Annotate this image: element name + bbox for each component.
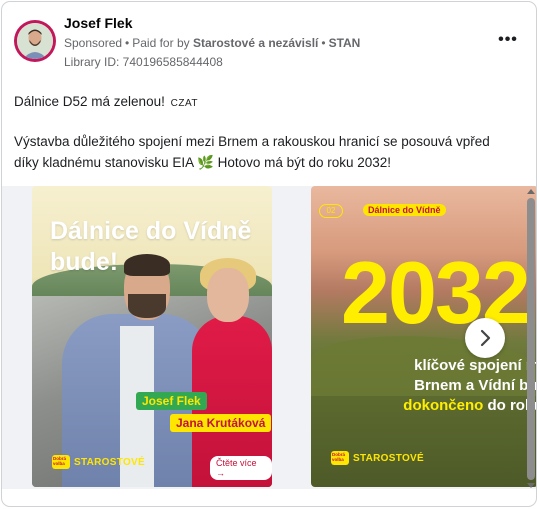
caption-line-3: dokončeno do roku 2	[355, 396, 536, 416]
man-beard	[128, 294, 166, 318]
sponsored-label: Sponsored	[64, 36, 123, 50]
read-more-button[interactable]: Čtěte více →	[210, 456, 272, 480]
scroll-up-icon[interactable]	[527, 188, 535, 194]
caption-line-1: klíčové spojení mez	[414, 357, 536, 374]
slide-tag: Dálnice do Vídně	[363, 204, 446, 216]
slide-title: Dálnice do Vídně bude!	[50, 217, 252, 276]
ad-card: Josef Flek Sponsored • Paid for by Starost…	[1, 1, 537, 507]
payer-short[interactable]: STAN	[329, 36, 361, 50]
library-id: Library ID: 740196585844408	[64, 55, 223, 69]
stan-wordmark: STAROSTOVÉ	[353, 452, 424, 464]
slide-number: 02	[319, 204, 343, 218]
scroll-thumb[interactable]	[527, 198, 535, 480]
caption-highlight: dokončeno	[403, 397, 484, 414]
sponsorship-info: Sponsored • Paid for by Starostové a nezáv…	[64, 36, 360, 50]
stan-logo: Dobrá volba STAROSTOVÉ	[52, 452, 145, 472]
post-body: Výstavba důležitého spojení mezi Brnem a…	[14, 134, 490, 170]
person-label-1: Josef Flek	[136, 392, 207, 410]
headline-text: Dálnice D52 má zelenou!	[14, 94, 165, 109]
author-name[interactable]: Josef Flek	[64, 15, 132, 31]
scrollbar[interactable]	[526, 188, 536, 493]
caption-line-2: Brnem a Vídní bude	[414, 377, 536, 394]
carousel-next-button[interactable]	[465, 318, 505, 358]
image-carousel[interactable]: Dálnice do Vídně bude! Josef Flek Jana K…	[2, 186, 536, 489]
paid-for-label: Paid for by	[132, 36, 190, 50]
person-label-2: Jana Krutáková	[170, 414, 272, 432]
carousel-slide-1[interactable]: Dálnice do Vídně bude! Josef Flek Jana K…	[32, 186, 272, 487]
separator: •	[125, 36, 130, 50]
payer-name[interactable]: Starostové a nezávislí	[193, 36, 318, 50]
chevron-right-icon	[480, 329, 491, 347]
stan-logo: Dobrá volba STAROSTOVÉ	[331, 448, 424, 468]
post-headline: Dálnice D52 má zelenou! CZAT	[14, 94, 198, 109]
headline-suffix: CZAT	[170, 98, 198, 109]
stan-badge: Dobrá volba	[331, 451, 349, 465]
slide-caption: klíčové spojení mez Brnem a Vídní bude d…	[355, 356, 536, 416]
separator: •	[321, 36, 326, 50]
profile-photo	[17, 23, 53, 59]
stan-badge: Dobrá volba	[52, 455, 70, 469]
scroll-down-icon[interactable]	[527, 483, 535, 489]
avatar[interactable]	[14, 20, 56, 62]
stan-wordmark: STAROSTOVÉ	[74, 456, 145, 468]
more-options-icon[interactable]: •••	[494, 32, 522, 52]
